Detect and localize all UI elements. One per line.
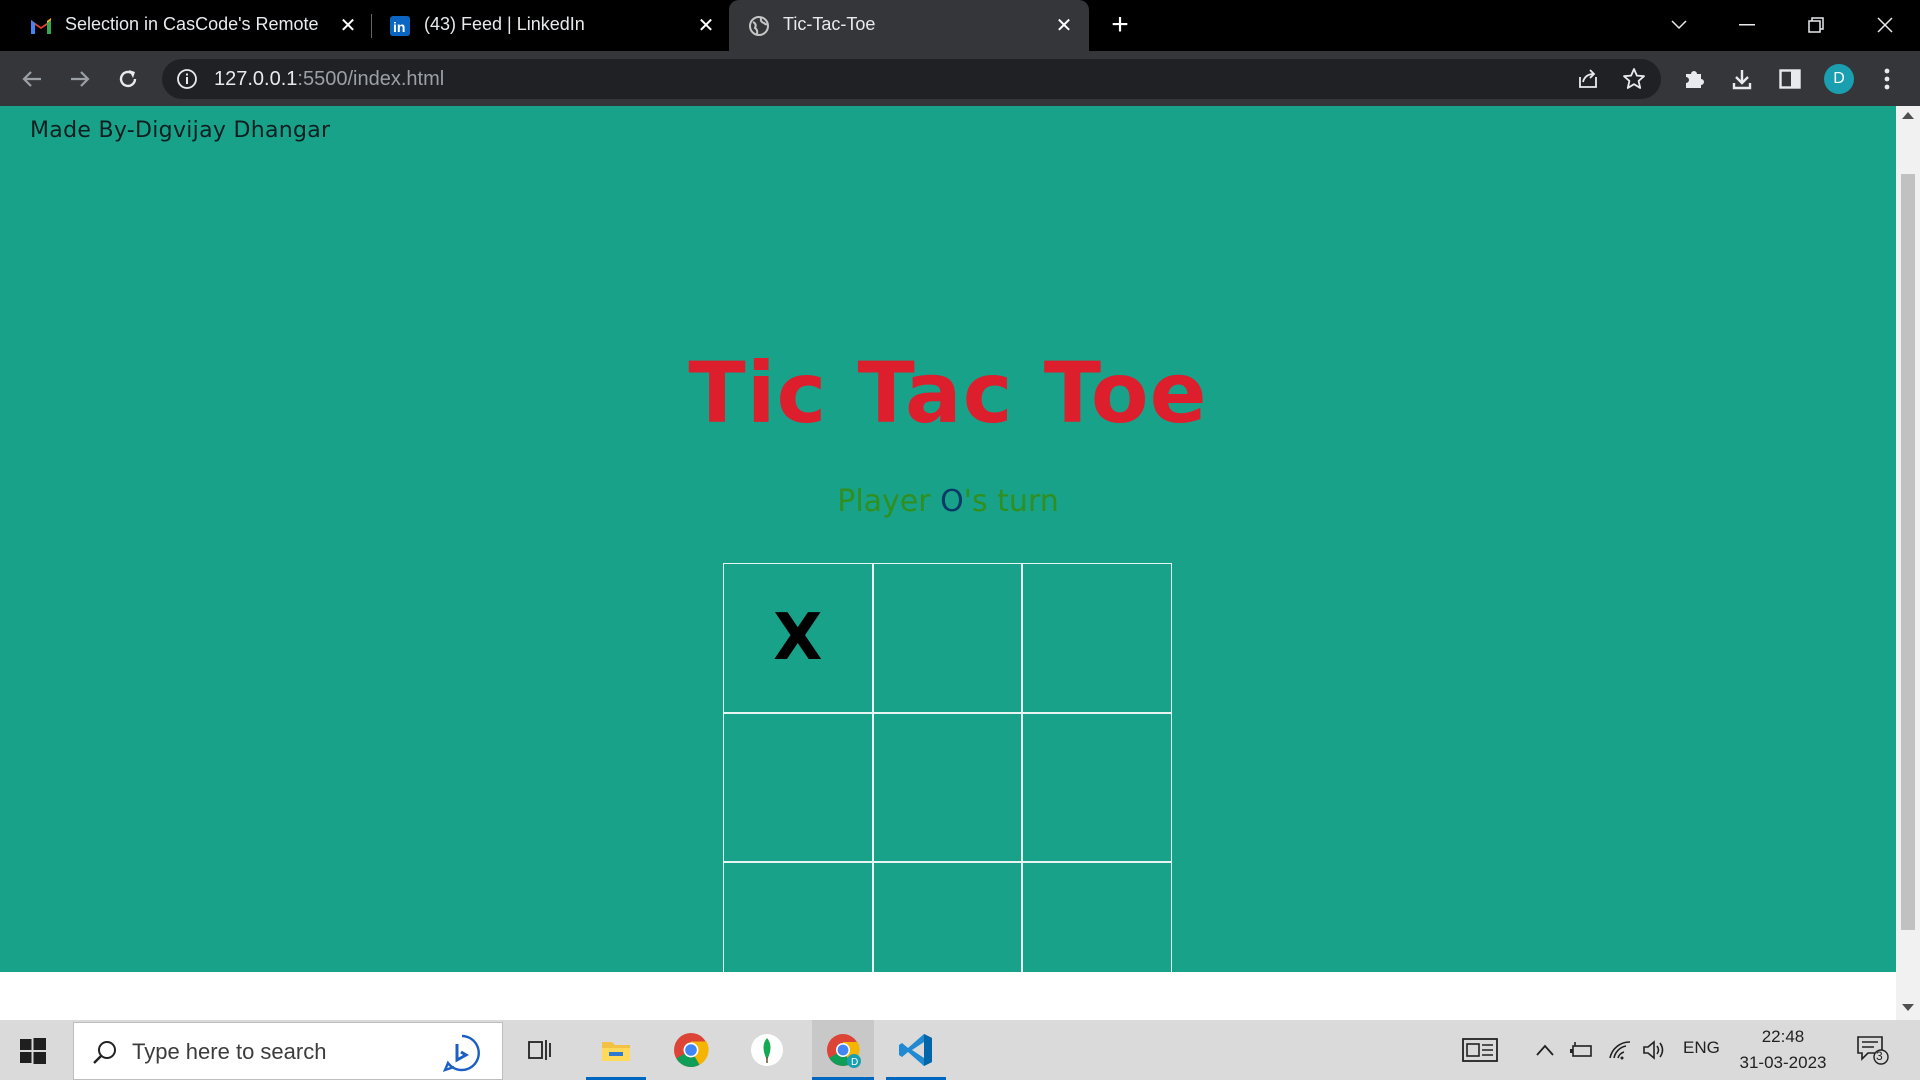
globe-icon — [748, 15, 770, 37]
vertical-scrollbar[interactable] — [1896, 106, 1920, 1020]
extensions-icon[interactable] — [1681, 66, 1707, 92]
page-bottom-area — [0, 972, 1896, 1020]
close-window-icon[interactable] — [1870, 10, 1900, 40]
game-board: X — [723, 563, 1172, 972]
notification-icon[interactable]: 3 — [1855, 1036, 1891, 1065]
chrome-icon[interactable] — [661, 1020, 721, 1080]
windows-taskbar: Type here to search D ENG 22:48 31-03-20… — [0, 1020, 1920, 1080]
restore-icon[interactable] — [1801, 10, 1831, 40]
file-explorer-icon[interactable] — [586, 1020, 646, 1080]
bookmark-star-icon[interactable] — [1622, 67, 1646, 91]
tab-title: Tic-Tac-Toe — [783, 14, 876, 34]
tab-gmail[interactable]: Selection in CasCode's Remote In ✕ — [0, 0, 370, 51]
tab-title: Selection in CasCode's Remote In — [65, 14, 325, 34]
clock-time: 22:48 — [1761, 1027, 1805, 1046]
close-icon[interactable]: ✕ — [1052, 13, 1076, 37]
reload-icon[interactable] — [112, 63, 144, 95]
svg-text:in: in — [393, 19, 405, 35]
tab-title: (43) Feed | LinkedIn — [424, 14, 585, 34]
clock-date: 31-03-2023 — [1739, 1053, 1827, 1072]
info-icon[interactable] — [176, 68, 198, 90]
board-cell[interactable] — [872, 712, 1023, 863]
close-icon[interactable]: ✕ — [336, 13, 360, 37]
tab-strip: Selection in CasCode's Remote In ✕ in (4… — [0, 0, 1920, 51]
side-panel-icon[interactable] — [1777, 66, 1803, 92]
browser-toolbar: 127.0.0.1:5500/index.html D — [0, 51, 1920, 106]
board-cell[interactable] — [723, 712, 873, 863]
menu-kebab-icon[interactable] — [1874, 66, 1900, 92]
author-credit: Made By-Digvijay Dhangar — [30, 118, 331, 143]
game-page: Made By-Digvijay Dhangar Tic Tac Toe Pla… — [0, 106, 1896, 972]
battery-icon[interactable] — [1568, 1036, 1594, 1064]
volume-icon[interactable] — [1641, 1036, 1669, 1064]
scrollbar-thumb[interactable] — [1901, 174, 1915, 930]
board-cell[interactable] — [1022, 563, 1172, 713]
address-bar[interactable]: 127.0.0.1:5500/index.html — [162, 59, 1661, 99]
chevron-up-icon[interactable] — [1534, 1036, 1556, 1064]
svg-text:D: D — [851, 1057, 858, 1068]
minimize-icon[interactable] — [1732, 10, 1762, 40]
turn-suffix: 's turn — [963, 484, 1059, 519]
scroll-up-icon[interactable] — [1902, 112, 1914, 119]
page-viewport: Made By-Digvijay Dhangar Tic Tac Toe Pla… — [0, 106, 1896, 972]
board-cell[interactable] — [872, 862, 1023, 972]
url-text: 127.0.0.1:5500/index.html — [214, 68, 445, 90]
profile-avatar[interactable]: D — [1824, 64, 1854, 94]
board-cell[interactable] — [1022, 862, 1172, 972]
board-cell[interactable] — [1022, 712, 1172, 863]
scroll-down-icon[interactable] — [1902, 1004, 1914, 1011]
download-icon[interactable] — [1729, 66, 1755, 92]
share-icon[interactable] — [1576, 67, 1600, 91]
chrome-profile-app-icon[interactable]: D — [812, 1020, 874, 1080]
tab-tic-tac-toe[interactable]: Tic-Tac-Toe ✕ — [729, 0, 1089, 51]
vscode-icon[interactable] — [886, 1020, 946, 1080]
turn-indicator: Player O's turn — [0, 484, 1896, 519]
board-cell[interactable] — [723, 862, 873, 972]
wifi-icon[interactable] — [1607, 1036, 1633, 1064]
notification-count: 3 — [1876, 1049, 1883, 1063]
language-indicator[interactable]: ENG — [1683, 1038, 1720, 1058]
clock[interactable]: 22:48 31-03-2023 — [1733, 1024, 1833, 1076]
bing-icon[interactable] — [442, 1033, 482, 1073]
turn-prefix: Player — [837, 484, 941, 519]
board-cell[interactable] — [872, 563, 1023, 713]
linkedin-icon: in — [389, 15, 411, 37]
windows-start-icon[interactable] — [20, 1038, 46, 1064]
board-cell[interactable]: X — [723, 563, 873, 713]
close-icon[interactable]: ✕ — [694, 13, 718, 37]
search-placeholder: Type here to search — [132, 1039, 327, 1064]
taskbar-search[interactable]: Type here to search — [73, 1022, 503, 1080]
back-icon[interactable] — [16, 63, 48, 95]
turn-player: O — [940, 484, 964, 519]
task-view-icon[interactable] — [510, 1020, 570, 1080]
gmail-icon — [30, 15, 52, 37]
tab-search-icon[interactable] — [1664, 10, 1694, 40]
page-title: Tic Tac Toe — [688, 344, 1208, 442]
forward-icon[interactable] — [64, 63, 96, 95]
tab-linkedin[interactable]: in (43) Feed | LinkedIn ✕ — [359, 0, 729, 51]
new-tab-button[interactable]: + — [1106, 10, 1134, 40]
news-widget-icon[interactable] — [1460, 1036, 1500, 1064]
search-icon — [92, 1039, 118, 1065]
mongodb-icon[interactable] — [737, 1020, 797, 1080]
